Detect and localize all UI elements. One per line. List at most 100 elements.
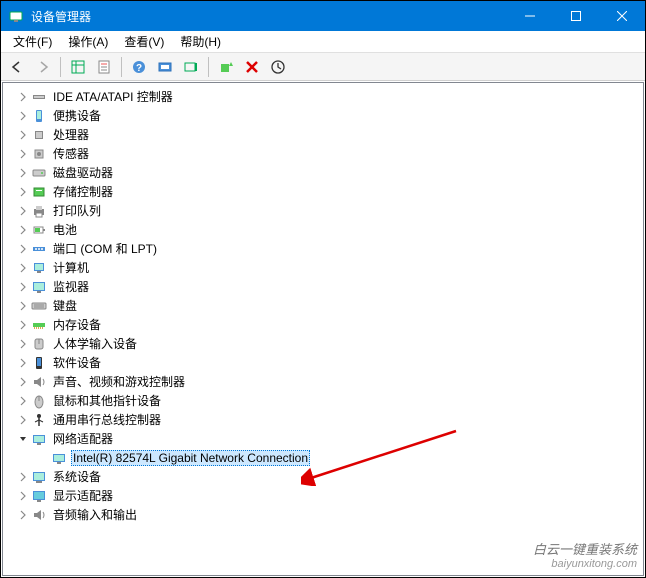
disk-icon xyxy=(31,165,47,181)
minimize-button[interactable] xyxy=(507,1,553,31)
audio-icon xyxy=(31,507,47,523)
chevron-down-icon[interactable] xyxy=(15,431,31,447)
tree-item-label: 网络适配器 xyxy=(51,430,115,447)
scan-changes-button[interactable] xyxy=(266,55,290,79)
menu-view[interactable]: 查看(V) xyxy=(116,33,172,50)
chevron-right-icon[interactable] xyxy=(15,488,31,504)
chevron-right-icon[interactable] xyxy=(15,184,31,200)
svg-text:?: ? xyxy=(136,63,142,74)
chevron-right-icon[interactable] xyxy=(15,108,31,124)
uninstall-device-button[interactable] xyxy=(240,55,264,79)
menu-help[interactable]: 帮助(H) xyxy=(172,33,229,50)
show-console-tree-button[interactable] xyxy=(66,55,90,79)
menubar: 文件(F) 操作(A) 查看(V) 帮助(H) xyxy=(1,31,645,53)
tree-item[interactable]: 电池 xyxy=(5,220,641,239)
chevron-right-icon[interactable] xyxy=(15,222,31,238)
monitor-icon xyxy=(31,279,47,295)
chevron-right-icon[interactable] xyxy=(15,336,31,352)
tree-item[interactable]: 显示适配器 xyxy=(5,486,641,505)
tree-item[interactable]: 人体学输入设备 xyxy=(5,334,641,353)
tree-item[interactable]: 处理器 xyxy=(5,125,641,144)
back-button[interactable] xyxy=(5,55,29,79)
maximize-button[interactable] xyxy=(553,1,599,31)
port-icon xyxy=(31,241,47,257)
close-button[interactable] xyxy=(599,1,645,31)
tree-item-label: 内存设备 xyxy=(51,316,103,333)
chevron-right-icon[interactable] xyxy=(15,469,31,485)
mouse-icon xyxy=(31,393,47,409)
tree-item[interactable]: 系统设备 xyxy=(5,467,641,486)
tree-item[interactable]: 端口 (COM 和 LPT) xyxy=(5,239,641,258)
tree-item-label: 显示适配器 xyxy=(51,487,115,504)
tree-item-label: 键盘 xyxy=(51,297,79,314)
tree-item-label: 音频输入和输出 xyxy=(51,506,139,523)
tree-item[interactable]: 鼠标和其他指针设备 xyxy=(5,391,641,410)
memory-icon xyxy=(31,317,47,333)
tree-item[interactable]: 软件设备 xyxy=(5,353,641,372)
tree-item[interactable]: 音频输入和输出 xyxy=(5,505,641,524)
tree-item[interactable]: 计算机 xyxy=(5,258,641,277)
chevron-right-icon[interactable] xyxy=(15,355,31,371)
tree-item[interactable]: 网络适配器 xyxy=(5,429,641,448)
chevron-right-icon[interactable] xyxy=(15,241,31,257)
tree-item-label: 磁盘驱动器 xyxy=(51,164,115,181)
help-button[interactable]: ? xyxy=(127,55,151,79)
tree-item-label: IDE ATA/ATAPI 控制器 xyxy=(51,88,175,105)
device-tree[interactable]: IDE ATA/ATAPI 控制器便携设备处理器传感器磁盘驱动器存储控制器打印队… xyxy=(3,83,643,528)
sound-icon xyxy=(31,374,47,390)
tree-item[interactable]: IDE ATA/ATAPI 控制器 xyxy=(5,87,641,106)
tree-item-label: Intel(R) 82574L Gigabit Network Connecti… xyxy=(71,450,310,466)
forward-button[interactable] xyxy=(31,55,55,79)
menu-file[interactable]: 文件(F) xyxy=(5,33,60,50)
tree-item-label: 系统设备 xyxy=(51,468,103,485)
chevron-right-icon[interactable] xyxy=(15,146,31,162)
tree-item[interactable]: 键盘 xyxy=(5,296,641,315)
tree-item[interactable]: 传感器 xyxy=(5,144,641,163)
chevron-right-icon[interactable] xyxy=(15,374,31,390)
tree-item-label: 监视器 xyxy=(51,278,91,295)
tree-item-label: 存储控制器 xyxy=(51,183,115,200)
chevron-right-icon[interactable] xyxy=(15,279,31,295)
tree-item[interactable]: 声音、视频和游戏控制器 xyxy=(5,372,641,391)
battery-icon xyxy=(31,222,47,238)
properties-button[interactable] xyxy=(92,55,116,79)
titlebar: 设备管理器 xyxy=(1,1,645,31)
tree-item[interactable]: 打印队列 xyxy=(5,201,641,220)
storage-icon xyxy=(31,184,47,200)
update-driver-button[interactable] xyxy=(179,55,203,79)
printer-icon xyxy=(31,203,47,219)
scan-hardware-button[interactable] xyxy=(153,55,177,79)
chevron-right-icon[interactable] xyxy=(15,393,31,409)
tree-arrow-none xyxy=(35,450,51,466)
enable-device-button[interactable] xyxy=(214,55,238,79)
tree-item[interactable]: 存储控制器 xyxy=(5,182,641,201)
app-icon xyxy=(1,8,31,24)
chevron-right-icon[interactable] xyxy=(15,298,31,314)
network-icon xyxy=(31,431,47,447)
tree-item[interactable]: 磁盘驱动器 xyxy=(5,163,641,182)
tree-item[interactable]: 监视器 xyxy=(5,277,641,296)
chevron-right-icon[interactable] xyxy=(15,317,31,333)
network-icon xyxy=(51,450,67,466)
software-icon xyxy=(31,355,47,371)
tree-item-label: 处理器 xyxy=(51,126,91,143)
tree-item-label: 软件设备 xyxy=(51,354,103,371)
toolbar-separator xyxy=(121,57,122,77)
usb-icon xyxy=(31,412,47,428)
chevron-right-icon[interactable] xyxy=(15,507,31,523)
chevron-right-icon[interactable] xyxy=(15,165,31,181)
chevron-right-icon[interactable] xyxy=(15,412,31,428)
tree-item[interactable]: 便携设备 xyxy=(5,106,641,125)
menu-action[interactable]: 操作(A) xyxy=(60,33,116,50)
chevron-right-icon[interactable] xyxy=(15,260,31,276)
tree-item[interactable]: 内存设备 xyxy=(5,315,641,334)
toolbar-separator xyxy=(208,57,209,77)
tree-item-label: 电池 xyxy=(51,221,79,238)
chevron-right-icon[interactable] xyxy=(15,89,31,105)
device-tree-panel: IDE ATA/ATAPI 控制器便携设备处理器传感器磁盘驱动器存储控制器打印队… xyxy=(2,82,644,576)
sensor-icon xyxy=(31,146,47,162)
tree-item[interactable]: 通用串行总线控制器 xyxy=(5,410,641,429)
chevron-right-icon[interactable] xyxy=(15,127,31,143)
chevron-right-icon[interactable] xyxy=(15,203,31,219)
tree-item[interactable]: Intel(R) 82574L Gigabit Network Connecti… xyxy=(5,448,641,467)
